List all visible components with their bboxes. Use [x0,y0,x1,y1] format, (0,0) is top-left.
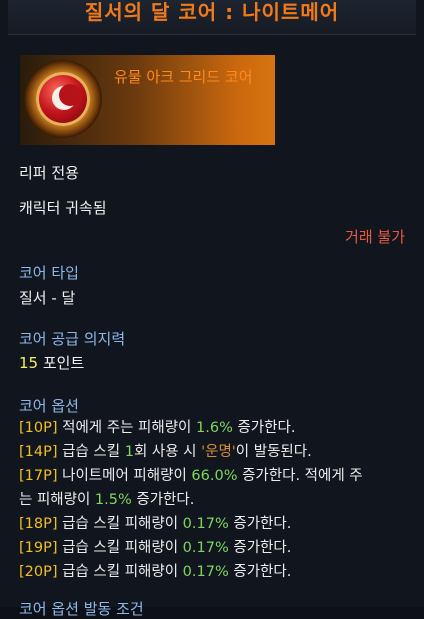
option-text: 증가한다. [232,420,296,436]
willpower-number: 15 [19,354,39,372]
option-number: 66.0% [191,468,238,484]
option-text: 증가한다. [228,540,292,556]
option-number: 0.17% [182,540,229,556]
core-type-value: 질서 - 달 [19,289,76,307]
option-text: 급습 스킬 피해량이 [57,516,183,532]
core-option: [17P] 나이트메어 피해량이 66.0% 증가한다. 적에게 주 [19,464,411,488]
class-restriction: 리퍼 전용 [19,164,79,182]
option-text: 증가한다. [228,564,292,580]
option-text: 증가한다. [131,492,195,508]
option-tier: [14P] [19,444,58,460]
core-option-continued: 는 피해량이 1.5% 증가한다. [19,488,411,512]
option-text: 적에게 주는 피해량이 [57,420,197,436]
option-text: 증가한다. 적에게 주 [237,468,363,484]
option-text: 급습 스킬 피해량이 [57,540,183,556]
core-option: [20P] 급습 스킬 피해량이 0.17% 증가한다. [19,560,411,584]
option-number: 1.6% [196,420,233,436]
option-text: 증가한다. [228,516,292,532]
core-type-label: 코어 타입 [19,264,79,282]
moon-shape-cutout [59,84,81,106]
option-text: 는 피해량이 [19,492,95,508]
item-title: 질서의 달 코어 : 나이트메어 [84,0,340,24]
option-text: 나이트메어 피해량이 [57,468,192,484]
binding-status: 캐릭터 귀속됨 [19,199,107,217]
willpower-label: 코어 공급 의지력 [19,330,126,348]
option-tier: [17P] [19,468,58,484]
tooltip-title-bar: 질서의 달 코어 : 나이트메어 [8,0,416,35]
core-option: [10P] 적에게 주는 피해량이 1.6% 증가한다. [19,416,411,440]
item-grade: 유물 아크 그리드 코어 [114,68,253,86]
option-text: 이 발동된다. [235,444,312,460]
crescent-moon-core-icon [24,60,102,138]
option-text: 급습 스킬 피해량이 [57,564,183,580]
willpower-value: 15 포인트 [19,352,84,373]
core-option: [18P] 급습 스킬 피해량이 0.17% 증가한다. [19,512,411,536]
option-keyword: '운명' [201,444,236,460]
trade-status: 거래 불가 [345,228,405,246]
option-tier: [10P] [19,420,58,436]
core-option: [19P] 급습 스킬 피해량이 0.17% 증가한다. [19,536,411,560]
option-text: 급습 스킬 [57,444,125,460]
option-number: 0.17% [182,516,229,532]
option-number: 0.17% [182,564,229,580]
core-option: [14P] 급습 스킬 1회 사용 시 '운명'이 발동된다. [19,440,411,464]
option-tier: [19P] [19,540,58,556]
option-number: 1 [124,444,134,460]
option-tier: [20P] [19,564,58,580]
core-options-label: 코어 옵션 [19,397,79,415]
option-text: 회 사용 시 [133,444,202,460]
option-number: 1.5% [94,492,132,508]
option-tier: [18P] [19,516,58,532]
activation-condition-label: 코어 옵션 발동 조건 [19,600,144,618]
willpower-unit: 포인트 [38,354,85,372]
item-tooltip: 질서의 달 코어 : 나이트메어 유물 아크 그리드 코어 리퍼 전용 캐릭터 … [0,0,424,618]
